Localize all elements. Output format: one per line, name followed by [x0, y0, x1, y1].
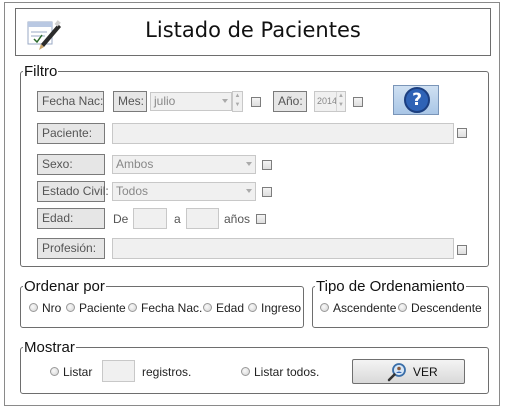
ver-button-label: VER — [413, 365, 438, 379]
edad-desde-input[interactable] — [133, 208, 167, 229]
registros-label: registros. — [142, 365, 192, 379]
radio-order-paciente[interactable] — [66, 303, 75, 312]
chevron-down-icon — [246, 162, 252, 166]
edad-a-label: a — [174, 212, 181, 226]
mes-value: julio — [154, 94, 176, 108]
profesion-input[interactable] — [112, 238, 454, 259]
edad-label: Edad: — [37, 208, 105, 229]
show-legend: Mostrar — [24, 339, 75, 356]
order-option-label: Ingreso — [261, 301, 302, 315]
edad-de-label: De — [113, 212, 129, 226]
edad-checkbox[interactable] — [256, 214, 266, 224]
question-icon: ? — [404, 87, 430, 113]
sexo-checkbox[interactable] — [262, 160, 272, 170]
paciente-label: Paciente: — [37, 123, 105, 144]
spin-up-icon[interactable]: ▲ — [337, 92, 345, 101]
radio-sort-descendente[interactable] — [398, 303, 407, 312]
order-option-label: Paciente — [79, 301, 126, 315]
anio-checkbox[interactable] — [353, 97, 363, 107]
registros-input[interactable] — [102, 360, 135, 382]
magnifier-person-icon — [387, 363, 406, 382]
sexo-select[interactable]: Ambos — [112, 155, 256, 174]
listar-label: Listar — [63, 365, 93, 379]
anio-value: 2014 — [317, 96, 338, 106]
estado-civil-value: Todos — [116, 184, 149, 198]
mes-spinner[interactable]: ▲ ▼ — [232, 91, 243, 112]
listar-todos-label: Listar todos. — [254, 365, 320, 379]
sort-option-label: Descendente — [411, 301, 482, 315]
fecha-nac-label: Fecha Nac: — [37, 91, 104, 112]
radio-order-fecha-nac[interactable] — [128, 303, 137, 312]
filter-legend: Filtro — [24, 63, 58, 80]
sexo-value: Ambos — [116, 157, 154, 171]
profesion-label: Profesión: — [37, 238, 105, 259]
spin-up-icon[interactable]: ▲ — [233, 92, 242, 101]
order-option-label: Fecha Nac. — [141, 301, 203, 315]
estado-civil-label: Estado Civil: — [37, 181, 109, 202]
radio-order-ingreso[interactable] — [248, 303, 257, 312]
edad-hasta-input[interactable] — [186, 208, 219, 229]
spin-down-icon[interactable]: ▼ — [337, 101, 345, 110]
header: Listado de Pacientes — [15, 8, 491, 56]
chevron-down-icon — [246, 189, 252, 193]
chevron-down-icon — [222, 99, 228, 103]
estado-civil-select[interactable]: Todos — [112, 182, 256, 201]
radio-order-nro[interactable] — [29, 303, 38, 312]
page-title: Listado de Pacientes — [145, 18, 361, 42]
sexo-label: Sexo: — [37, 154, 105, 175]
spin-down-icon[interactable]: ▼ — [233, 101, 242, 110]
mes-checkbox[interactable] — [251, 97, 261, 107]
sort-type-legend: Tipo de Ordenamiento — [316, 278, 465, 295]
radio-listar[interactable] — [50, 367, 59, 376]
order-option-label: Nro — [42, 301, 62, 315]
anio-stepper[interactable]: 2014 ▲ ▼ — [314, 91, 346, 112]
estado-civil-checkbox[interactable] — [262, 187, 272, 197]
radio-listar-todos[interactable] — [241, 367, 250, 376]
paciente-checkbox[interactable] — [457, 128, 467, 138]
order-by-legend: Ordenar por — [24, 278, 105, 295]
edad-anios-label: años — [224, 212, 251, 226]
profesion-checkbox[interactable] — [457, 245, 467, 255]
radio-sort-ascendente[interactable] — [320, 303, 329, 312]
ver-button[interactable]: VER — [352, 359, 465, 384]
anio-label: Año: — [273, 91, 307, 112]
radio-order-edad[interactable] — [203, 303, 212, 312]
help-button[interactable]: ? — [393, 85, 439, 115]
sort-option-label: Ascendente — [333, 301, 397, 315]
order-option-label: Edad — [216, 301, 245, 315]
mes-select[interactable]: julio — [150, 92, 232, 111]
mes-label: Mes: — [113, 91, 147, 112]
paciente-input[interactable] — [112, 123, 454, 144]
